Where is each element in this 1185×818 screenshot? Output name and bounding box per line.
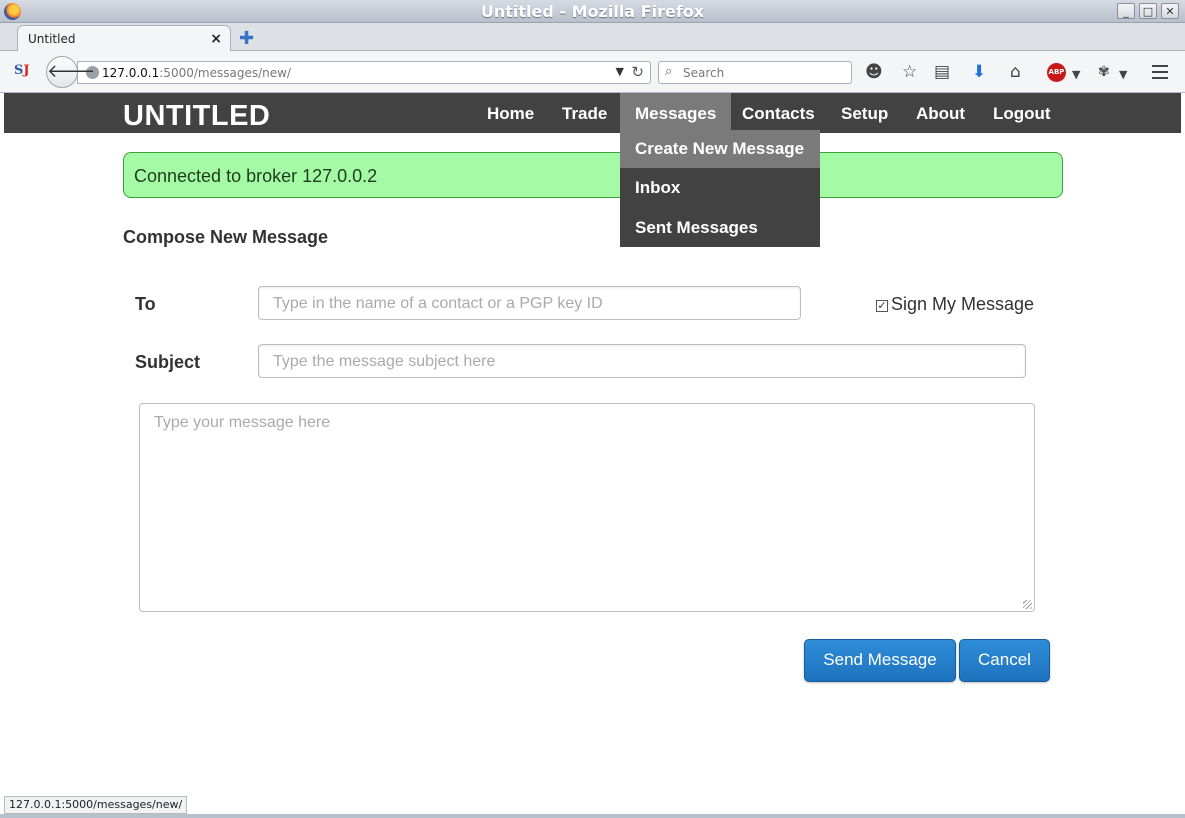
window-bottom-edge — [0, 814, 1185, 818]
translate-icon[interactable]: ☻ — [865, 63, 883, 81]
back-button[interactable]: 🡐 — [46, 56, 95, 88]
message-body-textarea[interactable]: Type your message here — [139, 403, 1035, 612]
dropdown-inbox[interactable]: Inbox — [620, 169, 820, 207]
status-bar-url: 127.0.0.1:5000/messages/new/ — [4, 796, 188, 814]
subject-placeholder: Type the message subject here — [273, 353, 496, 370]
search-field[interactable]: ⌕ Search — [658, 61, 852, 84]
reading-list-icon[interactable]: ▤ — [934, 63, 950, 81]
mask-addon-icon[interactable]: ✾ — [1098, 63, 1110, 81]
alert-text: Connected to broker 127.0.0.2 — [134, 166, 378, 186]
nav-setup[interactable]: Setup — [826, 93, 903, 133]
compose-heading: Compose New Message — [123, 227, 329, 247]
back-arrow-icon: 🡐 — [47, 61, 96, 82]
subject-label: Subject — [135, 352, 201, 372]
to-input[interactable]: Type in the name of a contact or a PGP k… — [258, 286, 801, 320]
download-icon[interactable]: ⬇ — [972, 63, 986, 81]
adblock-icon[interactable]: ABP — [1047, 63, 1066, 82]
dropdown-sent-messages[interactable]: Sent Messages — [620, 209, 820, 247]
body-placeholder: Type your message here — [154, 414, 331, 431]
nav-contacts[interactable]: Contacts — [727, 93, 830, 133]
tab-close-icon[interactable]: × — [210, 31, 222, 47]
site-title[interactable]: UNTITLED — [123, 100, 270, 133]
sign-message-toggle[interactable]: ✓ Sign My Message — [876, 294, 1034, 315]
sign-checkbox[interactable]: ✓ — [876, 300, 888, 312]
nav-trade[interactable]: Trade — [547, 93, 622, 133]
connection-alert: Connected to broker 127.0.0.2 — [123, 152, 1063, 198]
to-placeholder: Type in the name of a contact or a PGP k… — [273, 295, 603, 312]
resize-grip-icon[interactable] — [1023, 600, 1032, 609]
search-placeholder: Search — [683, 66, 725, 80]
url-bar[interactable]: 127.0.0.1:5000/messages/new/ ▼ ↻ — [77, 61, 651, 84]
browser-tab[interactable]: Untitled × — [17, 25, 231, 52]
window-titlebar: Untitled - Mozilla Firefox _ □ ✕ — [0, 0, 1185, 23]
subject-input[interactable]: Type the message subject here — [258, 344, 1026, 378]
nav-logout[interactable]: Logout — [978, 93, 1066, 133]
tab-title: Untitled — [28, 32, 76, 46]
window-controls: _ □ ✕ — [1117, 3, 1179, 19]
messages-dropdown: Create New Message Inbox Sent Messages — [620, 130, 820, 247]
hamburger-menu-icon[interactable] — [1152, 65, 1168, 79]
search-icon: ⌕ — [665, 64, 673, 79]
to-label: To — [135, 294, 156, 314]
sign-label: Sign My Message — [891, 294, 1035, 314]
site-header: UNTITLED Home Trade Messages Contacts Se… — [4, 93, 1181, 133]
send-message-button[interactable]: Send Message — [804, 639, 956, 682]
nav-messages[interactable]: Messages — [620, 93, 732, 133]
new-tab-button[interactable]: ✚ — [239, 28, 254, 49]
maximize-button[interactable]: □ — [1139, 3, 1157, 19]
url-history-dropdown-icon[interactable]: ▼ — [616, 65, 624, 78]
close-window-button[interactable]: ✕ — [1161, 3, 1179, 19]
cancel-button[interactable]: Cancel — [959, 639, 1050, 682]
dropdown-create-new-message[interactable]: Create New Message — [620, 130, 820, 168]
adblock-menu-icon[interactable]: ▼ — [1072, 66, 1080, 84]
nav-toolbar: SJ 127.0.0.1:5000/messages/new/ ▼ ↻ 🡐 ⌕ … — [0, 51, 1185, 93]
home-icon[interactable]: ⌂ — [1010, 63, 1021, 81]
s-extension-icon[interactable]: SJ — [14, 63, 34, 81]
url-text: 127.0.0.1:5000/messages/new/ — [102, 66, 291, 80]
nav-about[interactable]: About — [901, 93, 980, 133]
nav-home[interactable]: Home — [472, 93, 549, 133]
bookmark-star-icon[interactable]: ☆ — [902, 63, 917, 81]
window-title: Untitled - Mozilla Firefox — [480, 2, 705, 21]
reload-icon[interactable]: ↻ — [631, 63, 644, 81]
minimize-button[interactable]: _ — [1117, 3, 1135, 19]
addon-menu-icon[interactable]: ▼ — [1119, 66, 1127, 84]
tab-strip: Untitled × — [0, 23, 1185, 52]
